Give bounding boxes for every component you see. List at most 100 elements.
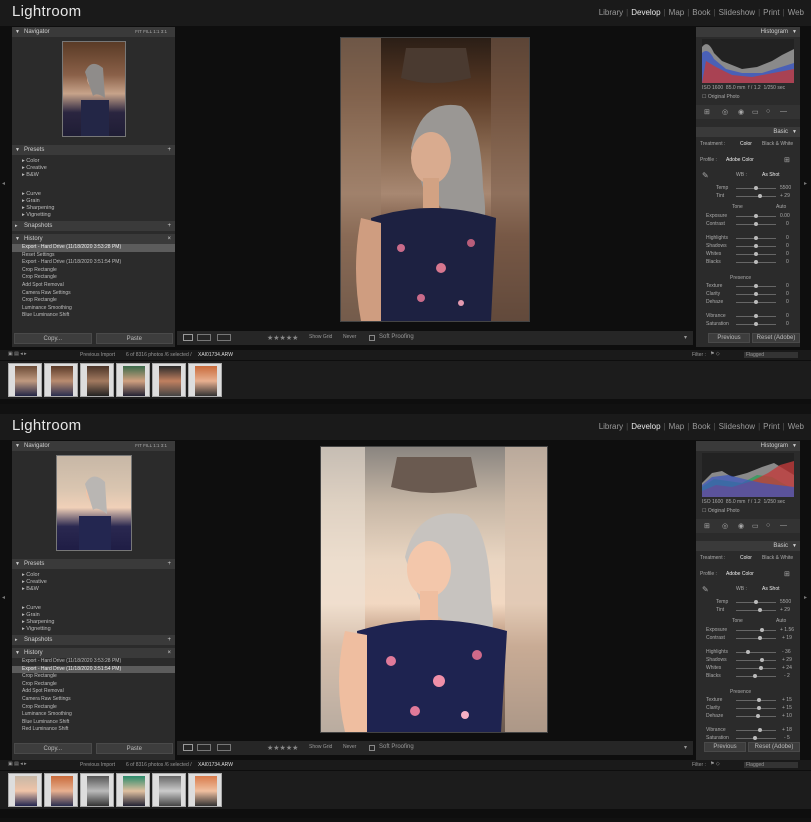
presets-header[interactable]: ▼ Presets + xyxy=(12,559,175,569)
clarity-value[interactable]: 0 xyxy=(786,291,789,297)
vibrance-slider[interactable] xyxy=(736,728,776,732)
previous-button[interactable]: Previous xyxy=(708,333,750,343)
copy-button[interactable]: Copy... xyxy=(14,743,92,754)
copy-button[interactable]: Copy... xyxy=(14,333,92,344)
white-balance-picker-icon[interactable]: ✎ xyxy=(702,585,709,594)
previous-button[interactable]: Previous xyxy=(704,742,746,752)
module-slideshow[interactable]: Slideshow xyxy=(716,422,758,431)
dehaze-value[interactable]: 0 xyxy=(786,299,789,305)
before-after-icon[interactable] xyxy=(197,334,211,341)
module-print[interactable]: Print xyxy=(760,422,782,431)
tint-value[interactable]: + 29 xyxy=(780,607,790,613)
filter-dropdown[interactable]: Flagged xyxy=(744,352,798,358)
tint-slider[interactable] xyxy=(736,608,776,612)
texture-slider[interactable] xyxy=(736,698,776,702)
tone-auto-button[interactable]: Auto xyxy=(776,204,786,210)
left-panel-toggle-icon[interactable]: ◂ xyxy=(2,180,6,187)
history-item[interactable]: Luminance Smoothing xyxy=(12,305,175,313)
history-item[interactable]: Luminance Smoothing xyxy=(12,711,175,719)
clarity-slider[interactable] xyxy=(736,292,776,296)
history-item[interactable]: Crop Rectangle xyxy=(12,274,175,282)
show-grid-label[interactable]: Show Grid xyxy=(309,334,332,340)
shadows-value[interactable]: 0 xyxy=(786,243,789,249)
brush-icon[interactable]: ― xyxy=(780,522,787,529)
original-photo-checkbox[interactable]: ☐ Original Photo xyxy=(702,508,740,514)
navigator-thumbnail[interactable] xyxy=(62,41,126,137)
saturation-slider[interactable] xyxy=(736,736,776,740)
white-balance-picker-icon[interactable]: ✎ xyxy=(702,171,709,180)
main-photo[interactable] xyxy=(340,37,530,322)
filmstrip-thumbnail[interactable] xyxy=(44,363,78,397)
preset-group-sharpening[interactable]: ▸ Sharpening xyxy=(12,619,175,626)
dehaze-value[interactable]: + 10 xyxy=(782,713,792,719)
module-book[interactable]: Book xyxy=(689,8,713,17)
preset-group-grain[interactable]: ▸ Grain xyxy=(12,198,175,205)
filmstrip-source[interactable]: Previous Import xyxy=(80,762,115,768)
presets-header[interactable]: ▼ Presets + xyxy=(12,145,175,155)
profile-dropdown[interactable]: Adobe Color xyxy=(726,157,754,163)
profile-browser-icon[interactable]: ⊞ xyxy=(784,156,790,164)
vibrance-slider[interactable] xyxy=(736,314,776,318)
whites-slider[interactable] xyxy=(736,252,776,256)
preset-group-bw[interactable]: ▸ B&W xyxy=(12,586,175,593)
radial-filter-icon[interactable]: ○ xyxy=(766,108,770,115)
filmstrip-thumbnail[interactable] xyxy=(8,773,42,807)
contrast-value[interactable]: 0 xyxy=(786,221,789,227)
history-item[interactable]: Blue Luminance Shift xyxy=(12,312,175,320)
profile-dropdown[interactable]: Adobe Color xyxy=(726,571,754,577)
filmstrip-thumbnail[interactable] xyxy=(116,773,150,807)
graduated-filter-icon[interactable]: ▭ xyxy=(752,108,759,116)
add-snapshot-icon[interactable]: + xyxy=(167,635,171,645)
filmstrip-thumbnail[interactable] xyxy=(80,363,114,397)
shadows-slider[interactable] xyxy=(736,244,776,248)
blacks-slider[interactable] xyxy=(736,260,776,264)
blacks-slider[interactable] xyxy=(736,674,776,678)
clarity-slider[interactable] xyxy=(736,706,776,710)
history-item[interactable]: Export - Hard Drive (11/18/2020 3:53:28 … xyxy=(12,244,175,252)
navigator-header[interactable]: ▼ Navigator FIT FILL 1:1 3:1 xyxy=(12,441,175,451)
tint-value[interactable]: + 29 xyxy=(780,193,790,199)
star-rating[interactable]: ★★★★★ xyxy=(267,334,298,342)
temp-slider[interactable] xyxy=(736,600,776,604)
filmstrip-thumbnail[interactable] xyxy=(188,363,222,397)
exposure-value[interactable]: + 1.56 xyxy=(780,627,794,633)
brush-icon[interactable]: ― xyxy=(780,108,787,115)
loupe-view-icon[interactable] xyxy=(183,744,193,751)
filmstrip-filename[interactable]: XAI01734.ARW xyxy=(198,762,233,768)
filmstrip-thumbnail[interactable] xyxy=(80,773,114,807)
clear-history-icon[interactable]: × xyxy=(167,648,171,658)
loupe-view-icon[interactable] xyxy=(183,334,193,341)
highlights-value[interactable]: 0 xyxy=(786,235,789,241)
dehaze-slider[interactable] xyxy=(736,714,776,718)
soft-proofing-checkbox[interactable] xyxy=(369,745,375,751)
snapshots-header[interactable]: ▸ Snapshots + xyxy=(12,221,175,231)
filmstrip-thumbnail[interactable] xyxy=(188,773,222,807)
histogram-header[interactable]: Histogram ▼ xyxy=(696,441,800,451)
tone-auto-button[interactable]: Auto xyxy=(776,618,786,624)
saturation-value[interactable]: - 5 xyxy=(784,735,790,741)
radial-filter-icon[interactable]: ○ xyxy=(766,522,770,529)
filter-dropdown[interactable]: Flagged xyxy=(744,762,798,768)
shadows-value[interactable]: + 29 xyxy=(782,657,792,663)
reset-button[interactable]: Reset (Adobe) xyxy=(748,742,800,752)
module-develop[interactable]: Develop xyxy=(628,8,663,17)
filmstrip-filename[interactable]: XAI01734.ARW xyxy=(198,352,233,358)
module-web[interactable]: Web xyxy=(785,8,807,17)
history-item[interactable]: Camera Raw Settings xyxy=(12,290,175,298)
highlights-value[interactable]: - 36 xyxy=(782,649,791,655)
preset-group-vignetting[interactable]: ▸ Vignetting xyxy=(12,212,175,219)
before-after-split-icon[interactable] xyxy=(217,334,231,341)
exposure-value[interactable]: 0.00 xyxy=(780,213,790,219)
history-item[interactable]: Red Luminance Shift xyxy=(12,726,175,734)
history-item[interactable]: Crop Rectangle xyxy=(12,267,175,275)
saturation-value[interactable]: 0 xyxy=(786,321,789,327)
left-panel-toggle-icon[interactable]: ◂ xyxy=(2,594,6,601)
exposure-slider[interactable] xyxy=(736,628,776,632)
saturation-slider[interactable] xyxy=(736,322,776,326)
module-library[interactable]: Library xyxy=(596,8,626,17)
spot-removal-icon[interactable]: ◎ xyxy=(722,108,728,116)
flag-filter-icon[interactable]: ⚑ ◇ xyxy=(710,351,720,357)
module-book[interactable]: Book xyxy=(689,422,713,431)
navigator-thumbnail[interactable] xyxy=(56,455,132,551)
history-item[interactable]: Crop Rectangle xyxy=(12,681,175,689)
